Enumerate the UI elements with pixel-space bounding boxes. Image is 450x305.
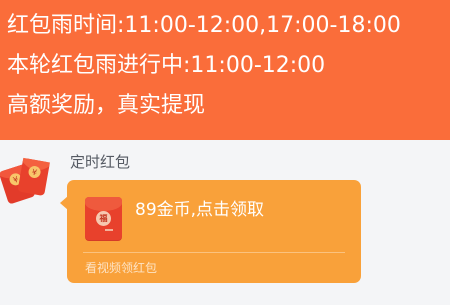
red-packet-message-bubble[interactable]: 福 89金币,点击领取 看视频领红包 [67, 180, 361, 283]
banner-schedule-line: 红包雨时间:11:00-12:00,17:00-18:00 [7, 13, 401, 38]
red-packet-rain-banner: 红包雨时间:11:00-12:00,17:00-18:00 本轮红包雨进行中:1… [0, 0, 450, 140]
bubble-divider [83, 252, 345, 253]
banner-status-line: 本轮红包雨进行中:11:00-12:00 [7, 53, 326, 78]
red-envelope-avatar-icon[interactable]: ¥ ¥ [0, 152, 52, 204]
watch-video-label: 看视频领红包 [85, 261, 158, 275]
claim-coins-text[interactable]: 89金币,点击领取 [135, 198, 264, 222]
chat-screen: 红包雨时间:11:00-12:00,17:00-18:00 本轮红包雨进行中:1… [0, 0, 450, 305]
red-envelope-icon: 福 [85, 197, 122, 241]
banner-reward-line: 高额奖励，真实提现 [7, 93, 206, 118]
sender-name: 定时红包 [70, 153, 131, 171]
